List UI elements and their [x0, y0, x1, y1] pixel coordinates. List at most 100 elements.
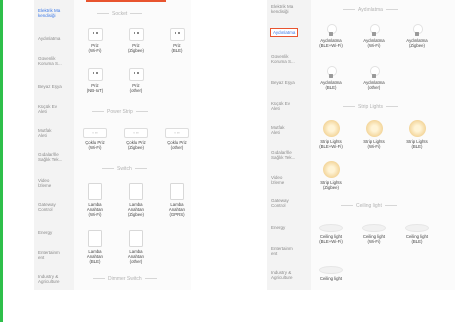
strip-light-icon: [322, 120, 340, 137]
power-strip-icon: ▫ ▫▫: [124, 128, 148, 138]
socket-icon: [128, 28, 144, 41]
wall-switch-icon: [170, 183, 184, 200]
ceiling-light-icon: [319, 224, 343, 232]
sidebar-item-energy[interactable]: Energy: [38, 230, 52, 235]
device-socket-zigbee[interactable]: Priz (Zigbee): [123, 28, 149, 53]
ceiling-light-icon: [362, 224, 386, 232]
device-label: Priz (BLE): [171, 43, 183, 53]
sidebar-item-health[interactable]: Gıdalar/İle Sağlık Tek...: [271, 150, 295, 160]
device-label: Ceiling light: [319, 276, 343, 281]
bulb-icon: [326, 24, 337, 36]
device-label: Lamba Anahtarı (GPRS): [168, 202, 186, 217]
sidebar-item-security[interactable]: Güvenlik Koruma S...: [38, 56, 62, 66]
device-label: Priz (NB-IoT): [86, 83, 104, 93]
device-strip-other[interactable]: ▫ ▫▫ Çoklu Priz (other): [164, 128, 190, 150]
device-label: Strip Lights (BLE): [406, 139, 428, 149]
sidebar-item-health[interactable]: Gıdalar/İle Sağlık Tek...: [38, 152, 62, 162]
right-category-panel: Elektrik Ma kendisiği Aydınlatma Güvenli…: [267, 0, 455, 290]
wall-switch-icon: [129, 183, 143, 200]
device-light-wifi[interactable]: Aydınlatma (Wi-Fi): [361, 24, 387, 48]
device-switch-other[interactable]: Lamba Anahtarı (other): [123, 230, 149, 264]
device-strip-light-zigbee[interactable]: Strip Lights (Zigbee): [318, 161, 344, 190]
device-strip-wifi[interactable]: ▫ ▫▫ Çoklu Priz (Wi-Fi): [82, 128, 108, 150]
power-strip-icon: ▫ ▫▫: [165, 128, 189, 138]
device-light-other[interactable]: Aydınlatma (other): [361, 66, 387, 90]
sidebar-item-entertainment[interactable]: Entertainm ent: [38, 250, 60, 260]
bulb-icon: [326, 66, 337, 78]
section-title-switch: Switch: [102, 166, 147, 172]
socket-icon: [87, 68, 103, 81]
bulb-icon: [412, 24, 423, 36]
socket-icon: [128, 68, 144, 81]
sidebar-item-white-goods[interactable]: Beyaz Eşya: [38, 84, 62, 89]
sidebar-item-industry[interactable]: Industry & Agriculture: [271, 270, 293, 280]
sidebar-item-kitchen[interactable]: Mutfak Aleti: [271, 125, 285, 135]
sidebar-item-security[interactable]: Güvenlik Koruma S...: [271, 54, 295, 64]
power-strip-icon: ▫ ▫▫: [83, 128, 107, 138]
sidebar-item-white-goods[interactable]: Beyaz Eşya: [271, 80, 295, 85]
wall-switch-icon: [129, 230, 143, 247]
wall-switch-icon: [88, 230, 102, 247]
device-socket-nbiot[interactable]: Priz (NB-IoT): [82, 68, 108, 93]
device-label: Priz (other): [129, 83, 143, 93]
device-label: Priz (Zigbee): [127, 43, 144, 53]
device-label: Aydınlatma (BLE): [320, 80, 342, 90]
device-label: Ceiling light (Wi-Fi): [362, 234, 386, 244]
socket-icon: [87, 28, 103, 41]
device-socket-other[interactable]: Priz (other): [123, 68, 149, 93]
section-title-socket: Socket: [97, 11, 143, 17]
socket-icon: [169, 28, 185, 41]
sidebar-item-video[interactable]: Video İzleme: [271, 175, 284, 185]
device-switch-gprs[interactable]: Lamba Anahtarı (GPRS): [164, 183, 190, 217]
device-label: Lamba Anahtarı (Zigbee): [127, 202, 145, 217]
device-label: Lamba Anahtarı (Wi-Fi): [86, 202, 104, 217]
sidebar-item-video[interactable]: Video İzleme: [38, 178, 51, 188]
sidebar-item-small-appliance[interactable]: Küçük Ev Aleti: [271, 101, 290, 111]
ceiling-light-icon: [405, 224, 429, 232]
left-category-sidebar: Elektrik Ma kendisiği Aydınlatma Güvenli…: [34, 0, 74, 290]
device-label: Çoklu Priz (Zigbee): [126, 140, 146, 150]
device-label: Çoklu Priz (Wi-Fi): [85, 140, 105, 150]
device-label: Aydınlatma (BLE+Wi-Fi): [319, 38, 343, 48]
device-switch-wifi[interactable]: Lamba Anahtarı (Wi-Fi): [82, 183, 108, 217]
device-light-ble-wifi[interactable]: Aydınlatma (BLE+Wi-Fi): [318, 24, 344, 48]
sidebar-item-industry[interactable]: Industry & Agriculture: [38, 274, 60, 284]
active-indicator-line: [86, 0, 166, 2]
sidebar-item-lighting[interactable]: Aydınlatma: [38, 36, 60, 41]
strip-light-icon: [408, 120, 426, 137]
sidebar-item-energy[interactable]: Energy: [271, 225, 285, 230]
device-socket-wifi[interactable]: Priz (Wi-Fi): [82, 28, 108, 53]
section-title-lighting: Aydınlatma: [343, 7, 398, 13]
sidebar-item-gateway[interactable]: Gateway Control: [271, 198, 289, 208]
device-light-zigbee[interactable]: Aydınlatma (Zigbee): [404, 24, 430, 48]
sidebar-item-electrical[interactable]: Elektrik Ma kendisiği: [271, 4, 293, 14]
device-strip-zigbee[interactable]: ▫ ▫▫ Çoklu Priz (Zigbee): [123, 128, 149, 150]
device-strip-light-wifi[interactable]: Strip Lights (Wi-Fi): [361, 120, 387, 149]
device-strip-light-ble[interactable]: Strip Lights (BLE): [404, 120, 430, 149]
device-label: Çoklu Priz (other): [167, 140, 187, 150]
device-ceiling-ble[interactable]: Ceiling light (BLE): [404, 224, 430, 244]
device-switch-zigbee[interactable]: Lamba Anahtarı (Zigbee): [123, 183, 149, 217]
device-switch-ble[interactable]: Lamba Anahtarı (BLE): [82, 230, 108, 264]
sidebar-item-gateway[interactable]: Gateway Control: [38, 202, 56, 212]
device-ceiling-wifi[interactable]: Ceiling light (Wi-Fi): [361, 224, 387, 244]
device-ceiling-ble-wifi[interactable]: Ceiling light (BLE+Wi-Fi): [318, 224, 344, 244]
device-light-ble[interactable]: Aydınlatma (BLE): [318, 66, 344, 90]
strip-light-icon: [322, 161, 340, 178]
sidebar-item-entertainment[interactable]: Entertainm ent: [271, 246, 293, 256]
sidebar-item-kitchen[interactable]: Mutfak Aleti: [38, 128, 52, 138]
device-label: Strip Lights (Zigbee): [320, 180, 342, 190]
device-label: Aydınlatma (other): [363, 80, 385, 90]
device-label: Lamba Anahtarı (other): [127, 249, 145, 264]
bulb-icon: [369, 66, 380, 78]
sidebar-item-lighting[interactable]: Aydınlatma: [270, 28, 299, 38]
device-strip-light-ble-wifi[interactable]: Strip Lights (BLE+Wi-Fi): [318, 120, 344, 149]
device-ceiling-more[interactable]: Ceiling light: [318, 266, 344, 281]
device-label: Strip Lights (Wi-Fi): [363, 139, 385, 149]
sidebar-item-small-appliance[interactable]: Küçük Ev Aleti: [38, 104, 57, 114]
device-socket-ble[interactable]: Priz (BLE): [164, 28, 190, 53]
section-title-power-strip: Power Strip: [92, 109, 148, 115]
device-label: Strip Lights (BLE+Wi-Fi): [319, 139, 343, 149]
device-label: Priz (Wi-Fi): [88, 43, 102, 53]
sidebar-item-electrical[interactable]: Elektrik Ma kendisiği: [38, 8, 60, 18]
